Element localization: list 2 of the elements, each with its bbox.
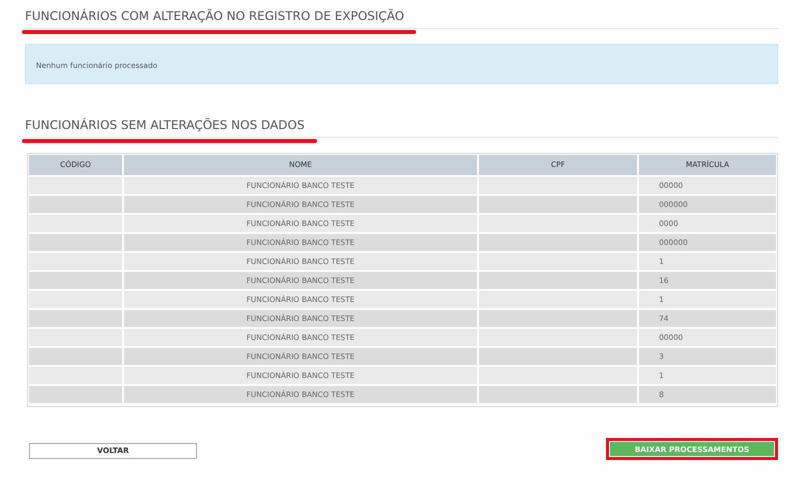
section-title: FUNCIONÁRIOS SEM ALTERAÇÕES NOS DADOS	[25, 118, 305, 133]
section-title: FUNCIONÁRIOS COM ALTERAÇÃO NO REGISTRO DE EXPOSIÇÃO	[25, 9, 404, 24]
